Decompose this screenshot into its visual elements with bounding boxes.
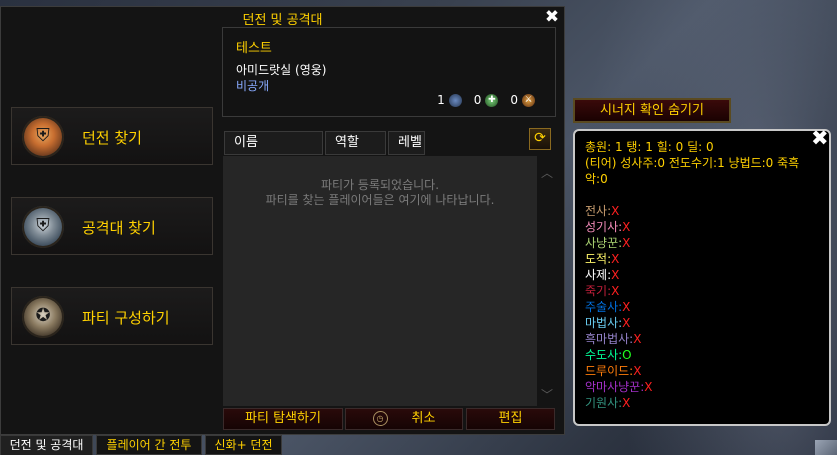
cancel-listing-button[interactable]: ◷ 취소 (345, 408, 463, 430)
class-name: 수도사: (585, 348, 623, 362)
class-name: 사냥꾼: (585, 236, 623, 250)
raid-helm-icon: ⛨ (22, 206, 64, 248)
class-row: 성기사:X (585, 219, 652, 235)
edit-listing-button[interactable]: 편집 (466, 408, 555, 430)
group-title: 테스트 (236, 41, 272, 56)
list-scrollbar[interactable]: ︿ ﹀ (539, 160, 555, 406)
group-activity: 아미드랏실 (영웅) (236, 63, 327, 77)
background-corner (815, 440, 837, 455)
group-info-box: 테스트 아미드랏실 (영웅) 비공개 1 0 ✚ 0 ⚔ (222, 27, 556, 117)
premade-group-icon: ✪ (22, 296, 64, 338)
class-row: 기원사:X (585, 395, 652, 411)
dps-role-icon: ⚔ (522, 93, 535, 107)
tab-dungeons-raids[interactable]: 던전 및 공격대 (0, 435, 93, 455)
class-row: 마법사:X (585, 315, 652, 331)
window-title-bar: 던전 및 공격대 ✖ (0, 6, 565, 28)
synergy-summary: 총원: 1 탱: 1 힐: 0 딜: 0 (티어) 성사주:0 전도수기:1 냥… (585, 139, 815, 187)
class-row: 죽기:X (585, 283, 652, 299)
class-row: 악마사냥꾼:X (585, 379, 652, 395)
hide-synergy-button[interactable]: 시너지 확인 숨기기 (573, 98, 731, 123)
class-name: 사제: (585, 268, 612, 282)
healer-role-icon: ✚ (485, 93, 499, 107)
chevron-down-icon[interactable]: ﹀ (539, 386, 555, 402)
column-name[interactable]: 이름 (224, 131, 323, 155)
cancel-label: 취소 (411, 411, 436, 426)
class-name: 드루이드: (585, 364, 634, 378)
class-coverage-mark: X (611, 284, 620, 298)
class-row: 드루이드:X (585, 363, 652, 379)
class-name: 기원사: (585, 396, 623, 410)
category-pane: ⛨ 던전 찾기 ⛨ 공격대 찾기 ✪ 파티 구성하기 (1, 28, 220, 434)
column-level[interactable]: 레벨 (388, 131, 425, 155)
class-row: 사냥꾼:X (585, 235, 652, 251)
class-name: 악마사냥꾼: (585, 380, 645, 394)
premade-groups-label: 파티 구성하기 (82, 309, 170, 327)
cancel-clock-icon: ◷ (372, 411, 388, 426)
premade-groups-button[interactable]: ✪ 파티 구성하기 (11, 287, 213, 345)
class-coverage-mark: X (611, 252, 620, 266)
class-coverage-mark: X (622, 396, 631, 410)
applicant-list: 파티가 등록되었습니다. 파티를 찾는 플레이어들은 여기에 나타납니다. (223, 156, 537, 406)
chevron-up-icon[interactable]: ︿ (539, 164, 555, 180)
browse-groups-button[interactable]: 파티 탐색하기 (223, 408, 343, 430)
empty-message-line1: 파티가 등록되었습니다. (320, 178, 440, 192)
class-name: 마법사: (585, 316, 623, 330)
class-row: 흑마법사:X (585, 331, 652, 347)
class-coverage-mark: X (633, 364, 642, 378)
class-name: 주술사: (585, 300, 623, 314)
class-name: 전사: (585, 204, 612, 218)
refresh-icon[interactable]: ⟳ (529, 128, 551, 150)
tank-role-icon (448, 93, 462, 107)
class-row: 전사:X (585, 203, 652, 219)
tab-pvp[interactable]: 플레이어 간 전투 (96, 435, 202, 455)
close-icon[interactable]: ✖ (543, 8, 561, 26)
class-row: 사제:X (585, 267, 652, 283)
tank-count: 1 (437, 93, 445, 107)
synergy-totals: 총원: 1 탱: 1 힐: 0 딜: 0 (585, 140, 714, 154)
class-coverage-mark: X (611, 268, 620, 282)
class-coverage-mark: X (622, 220, 631, 234)
empty-message-line2: 파티를 찾는 플레이어들은 여기에 나타납니다. (265, 193, 495, 207)
class-row: 주술사:X (585, 299, 652, 315)
column-role[interactable]: 역할 (325, 131, 386, 155)
class-coverage-mark: X (622, 316, 631, 330)
dungeon-helm-icon: ⛨ (22, 116, 64, 158)
class-coverage-list: 전사:X 성기사:X 사냥꾼:X 도적:X 사제:X 죽기:X 주술사:X 마법사:X 흑마법사… (585, 203, 652, 411)
class-coverage-mark: X (622, 300, 631, 314)
class-name: 성기사: (585, 220, 623, 234)
class-row: 도적:X (585, 251, 652, 267)
dungeon-finder-button[interactable]: ⛨ 던전 찾기 (11, 107, 213, 165)
synergy-panel: ✖ 총원: 1 탱: 1 힐: 0 딜: 0 (티어) 성사주:0 전도수기:1… (573, 128, 831, 426)
class-coverage-mark: O (622, 348, 632, 362)
role-counts: 1 0 ✚ 0 ⚔ (437, 93, 543, 107)
dps-count: 0 (510, 93, 518, 107)
raid-finder-label: 공격대 찾기 (82, 219, 156, 237)
dungeon-finder-label: 던전 찾기 (82, 129, 142, 147)
class-coverage-mark: X (633, 332, 642, 346)
group-privacy: 비공개 (236, 79, 270, 93)
class-coverage-mark: X (622, 236, 631, 250)
class-name: 도적: (585, 252, 612, 266)
class-row: 수도사:O (585, 347, 652, 363)
empty-list-message: 파티가 등록되었습니다. 파티를 찾는 플레이어들은 여기에 나타납니다. (223, 178, 537, 208)
healer-count: 0 (473, 93, 482, 107)
raid-finder-button[interactable]: ⛨ 공격대 찾기 (11, 197, 213, 255)
class-coverage-mark: X (611, 204, 620, 218)
synergy-tiers: (티어) 성사주:0 전도수기:1 냥법드:0 죽흑악:0 (585, 156, 800, 186)
class-name: 흑마법사: (585, 332, 634, 346)
window-title: 던전 및 공격대 (242, 13, 323, 28)
class-name: 죽기: (585, 284, 612, 298)
class-coverage-mark: X (644, 380, 653, 394)
tab-mythic-plus[interactable]: 신화+ 던전 (205, 435, 282, 455)
